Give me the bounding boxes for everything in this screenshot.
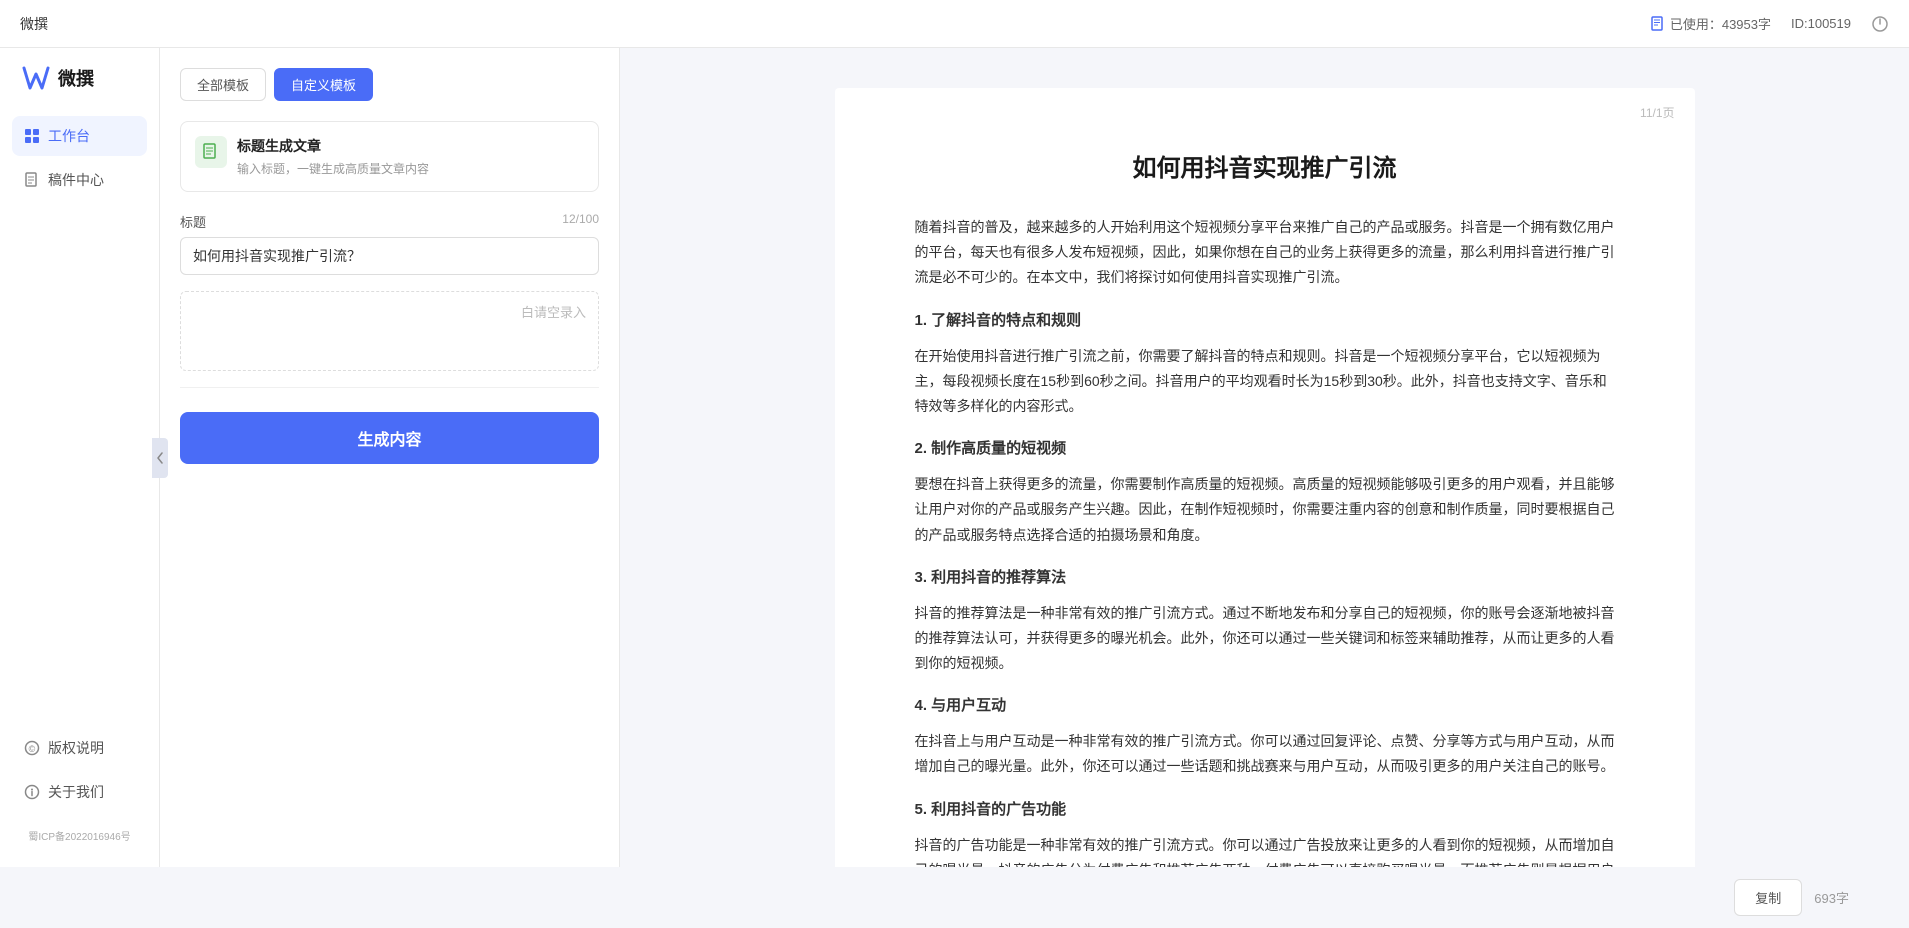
article-body: 随着抖音的普及，越来越多的人开始利用这个短视频分享平台来推广自己的产品或服务。抖…	[915, 215, 1615, 867]
article-heading: 2. 制作高质量的短视频	[915, 435, 1615, 462]
article-title: 如何用抖音实现推广引流	[915, 148, 1615, 183]
article-container: 11/1页 如何用抖音实现推广引流 随着抖音的普及，越来越多的人开始利用这个短视…	[835, 88, 1695, 867]
divider	[180, 387, 599, 388]
usage-info: 已使用：43953字	[1650, 14, 1771, 33]
template-card-icon	[195, 136, 227, 168]
logo-text: 微撰	[58, 65, 94, 91]
title-label-row: 标题 12/100	[180, 212, 599, 231]
article-heading: 1. 了解抖音的特点和规则	[915, 307, 1615, 334]
main-layout: 微撰 工作台 稿件中心	[0, 48, 1909, 867]
left-panel: 全部模板 自定义模板 标题生成文章 输入标题，一键生成高质量文章内容	[160, 48, 620, 867]
placeholder-area[interactable]: 白请空录入	[180, 291, 599, 371]
word-count: 693字	[1814, 888, 1849, 907]
title-input[interactable]	[180, 237, 599, 275]
article-paragraph: 抖音的推荐算法是一种非常有效的推广引流方式。通过不断地发布和分享自己的短视频，你…	[915, 601, 1615, 677]
topbar-right: 已使用：43953字 ID:100519	[1650, 14, 1889, 33]
topbar: 微撰 已使用：43953字 ID:100519	[0, 0, 1909, 48]
logo-area: 微撰	[0, 64, 159, 116]
sidebar-item-copyright[interactable]: © 版权说明	[12, 728, 147, 768]
power-icon[interactable]	[1871, 15, 1889, 33]
logo-icon	[20, 64, 52, 92]
info-icon	[24, 784, 40, 800]
title-char-count: 12/100	[562, 212, 599, 231]
copyright-icon: ©	[24, 740, 40, 756]
article-heading: 5. 利用抖音的广告功能	[915, 796, 1615, 823]
title-label: 标题	[180, 212, 206, 231]
icp-text: 蜀ICP备2022016946号	[0, 820, 159, 851]
sidebar-item-workbench[interactable]: 工作台	[12, 116, 147, 156]
topbar-title: 微撰	[20, 14, 48, 34]
content-area: 全部模板 自定义模板 标题生成文章 输入标题，一键生成高质量文章内容	[160, 48, 1909, 867]
article-paragraph: 抖音的广告功能是一种非常有效的推广引流方式。你可以通过广告投放来让更多的人看到你…	[915, 833, 1615, 867]
right-panel: 11/1页 如何用抖音实现推广引流 随着抖音的普及，越来越多的人开始利用这个短视…	[620, 48, 1909, 867]
workbench-icon	[24, 128, 40, 144]
user-id: ID:100519	[1791, 16, 1851, 31]
collapse-sidebar-btn[interactable]	[152, 438, 168, 478]
sidebar-item-drafts-label: 稿件中心	[48, 170, 104, 190]
tab-custom-templates[interactable]: 自定义模板	[274, 68, 373, 101]
article-paragraph: 随着抖音的普及，越来越多的人开始利用这个短视频分享平台来推广自己的产品或服务。抖…	[915, 215, 1615, 291]
sidebar-nav: 工作台 稿件中心	[0, 116, 159, 728]
sidebar-item-drafts[interactable]: 稿件中心	[12, 160, 147, 200]
generate-btn[interactable]: 生成内容	[180, 412, 599, 464]
article-heading: 4. 与用户互动	[915, 692, 1615, 719]
template-card-title: 标题生成文章	[237, 136, 429, 156]
article-paragraph: 在开始使用抖音进行推广引流之前，你需要了解抖音的特点和规则。抖音是一个短视频分享…	[915, 344, 1615, 420]
book-icon	[1650, 16, 1666, 32]
sidebar-item-about[interactable]: 关于我们	[12, 772, 147, 812]
article-paragraph: 要想在抖音上获得更多的流量，你需要制作高质量的短视频。高质量的短视频能够吸引更多…	[915, 472, 1615, 548]
sidebar: 微撰 工作台 稿件中心	[0, 48, 160, 867]
copyright-label: 版权说明	[48, 738, 104, 758]
title-form-section: 标题 12/100	[180, 212, 599, 275]
about-label: 关于我们	[48, 782, 104, 802]
tab-all-templates[interactable]: 全部模板	[180, 68, 266, 101]
svg-text:©: ©	[29, 744, 36, 754]
page-number: 11/1页	[1640, 104, 1674, 121]
article-paragraph: 在抖音上与用户互动是一种非常有效的推广引流方式。你可以通过回复评论、点赞、分享等…	[915, 729, 1615, 779]
template-card-info: 标题生成文章 输入标题，一键生成高质量文章内容	[237, 136, 429, 177]
placeholder-hint: 白请空录入	[521, 302, 586, 321]
article-footer: 复制 693字	[0, 867, 1909, 928]
sidebar-item-workbench-label: 工作台	[48, 126, 90, 146]
usage-text: 已使用：43953字	[1670, 14, 1771, 33]
sidebar-bottom: © 版权说明 关于我们	[0, 728, 159, 812]
template-tabs: 全部模板 自定义模板	[180, 68, 599, 101]
drafts-icon	[24, 172, 40, 188]
doc-icon	[202, 143, 220, 161]
copy-button[interactable]: 复制	[1734, 879, 1802, 916]
article-heading: 3. 利用抖音的推荐算法	[915, 564, 1615, 591]
template-card[interactable]: 标题生成文章 输入标题，一键生成高质量文章内容	[180, 121, 599, 192]
template-card-desc: 输入标题，一键生成高质量文章内容	[237, 160, 429, 177]
